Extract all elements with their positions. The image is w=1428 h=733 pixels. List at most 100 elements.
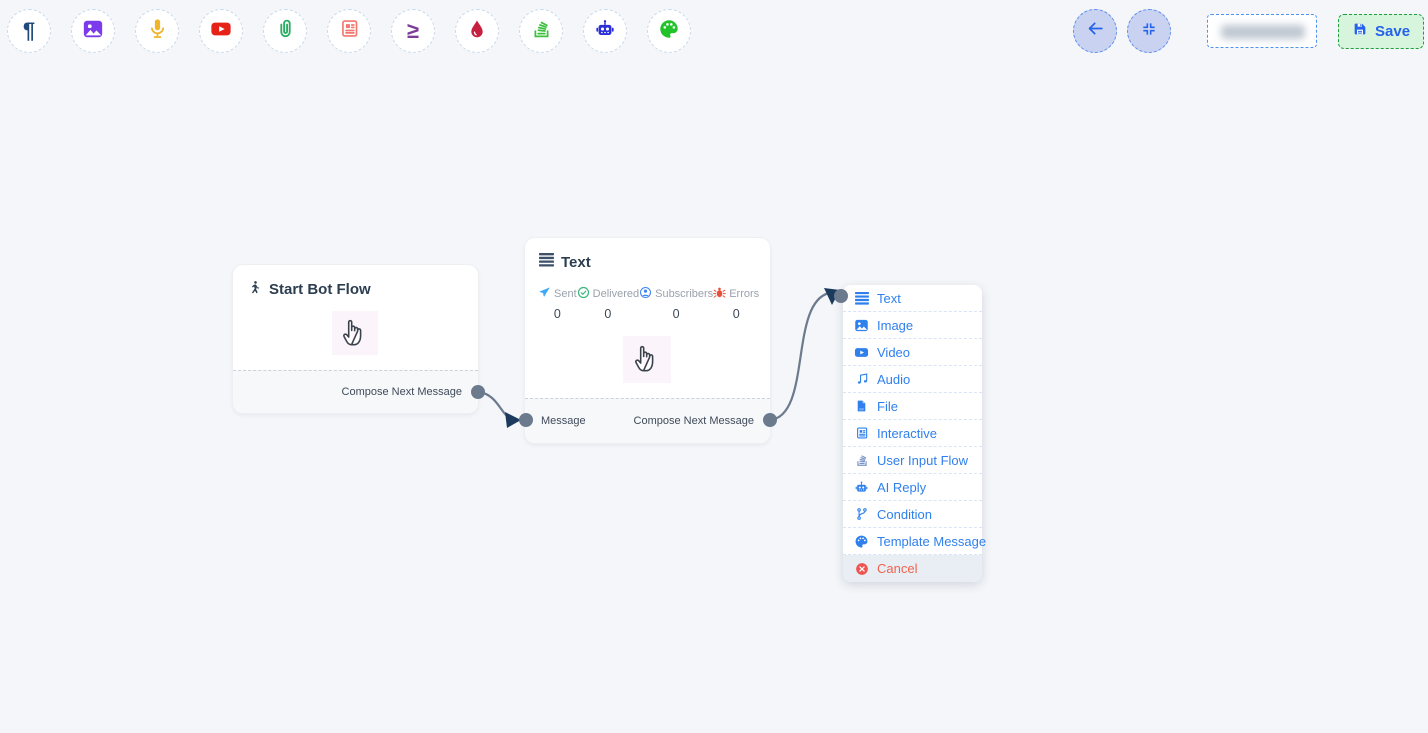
text-node-stats: Sent 0 Delivered 0 Subscribers 0 Errors … <box>525 271 770 321</box>
menu-item-video[interactable]: Video <box>843 339 982 366</box>
stat-sent: Sent 0 <box>538 286 577 321</box>
edge-text-to-menu <box>770 293 829 420</box>
menu-item-ai-reply[interactable]: AI Reply <box>843 474 982 501</box>
toolbar-button-drip[interactable] <box>455 9 499 53</box>
compose-next-message-port-label[interactable]: Compose Next Message <box>634 415 754 427</box>
text-message-node[interactable]: Text Sent 0 Delivered 0 Subscribers 0 <box>525 238 770 443</box>
start-bot-flow-node[interactable]: Start Bot Flow Compose Next Message <box>233 265 478 413</box>
save-button-label: Save <box>1375 23 1410 40</box>
image-icon <box>82 18 104 45</box>
toolbar-button-file[interactable] <box>263 9 307 53</box>
stat-delivered-value: 0 <box>604 307 611 321</box>
add-node-context-menu: Text Image Video Audio File Interactive … <box>843 285 982 582</box>
text-node-drag-area[interactable] <box>623 336 671 383</box>
ai-reply-icon <box>854 480 869 495</box>
cancel-icon <box>854 562 869 576</box>
stat-subscribers: Subscribers 0 <box>639 286 713 321</box>
menu-item-label: Condition <box>877 507 932 522</box>
start-node-footer: Compose Next Message <box>233 370 478 413</box>
edge-arrowhead-icon <box>824 288 840 305</box>
save-button[interactable]: Save <box>1338 14 1424 49</box>
toolbar-button-interactive[interactable] <box>327 9 371 53</box>
compress-icon <box>1141 21 1157 42</box>
stat-sent-value: 0 <box>554 307 561 321</box>
menu-item-label: Audio <box>877 372 910 387</box>
menu-item-label: Image <box>877 318 913 333</box>
start-node-header: Start Bot Flow <box>233 265 478 299</box>
stat-errors: Errors 0 <box>713 286 759 321</box>
robot-icon <box>594 18 616 45</box>
menu-item-label: File <box>877 399 898 414</box>
toolbar-button-condition[interactable]: ≥ <box>391 9 435 53</box>
palette-icon <box>658 18 680 45</box>
paper-plane-icon <box>538 286 551 302</box>
menu-item-text[interactable]: Text <box>843 285 982 312</box>
template-message-icon <box>854 534 869 549</box>
user-input-flow-icon <box>854 453 869 467</box>
file-icon <box>854 399 869 413</box>
toolbar-button-video[interactable] <box>199 9 243 53</box>
menu-item-image[interactable]: Image <box>843 312 982 339</box>
stat-errors-value: 0 <box>733 307 740 321</box>
toolbar-button-ai-reply[interactable] <box>583 9 627 53</box>
interactive-icon <box>854 426 869 440</box>
back-button[interactable] <box>1073 9 1117 53</box>
audio-note-icon <box>854 372 869 386</box>
menu-item-label: User Input Flow <box>877 453 968 468</box>
stat-subscribers-label: Subscribers <box>655 288 713 300</box>
start-node-drag-area[interactable] <box>332 311 378 355</box>
pilcrow-icon: ¶ <box>23 20 35 42</box>
message-input-port-label[interactable]: Message <box>541 415 586 427</box>
toolbar-button-user-input-flow[interactable] <box>519 9 563 53</box>
flow-name-input[interactable] <box>1207 14 1317 48</box>
menu-item-label: Text <box>877 291 901 306</box>
greater-equal-icon: ≥ <box>407 20 419 42</box>
menu-item-audio[interactable]: Audio <box>843 366 982 393</box>
edge-start-to-text <box>478 392 516 420</box>
menu-item-user-input-flow[interactable]: User Input Flow <box>843 447 982 474</box>
youtube-play-icon <box>210 18 232 45</box>
menu-item-label: Video <box>877 345 910 360</box>
image-icon <box>854 318 869 333</box>
paperclip-icon <box>275 18 296 44</box>
hand-pointer-icon <box>341 315 369 352</box>
stat-delivered: Delivered 0 <box>577 286 639 321</box>
stat-sent-label: Sent <box>554 288 577 300</box>
toolbar-button-image[interactable] <box>71 9 115 53</box>
subscriber-icon <box>639 286 652 302</box>
node-type-toolbar: ¶ ≥ <box>7 9 691 53</box>
fit-view-button[interactable] <box>1127 9 1171 53</box>
floppy-disk-icon <box>1352 21 1368 41</box>
menu-item-template-message[interactable]: Template Message <box>843 528 982 555</box>
walking-person-icon <box>247 280 262 299</box>
droplet-icon <box>467 19 487 44</box>
header-actions: Save <box>1073 9 1424 53</box>
toolbar-button-text[interactable]: ¶ <box>7 9 51 53</box>
start-node-title: Start Bot Flow <box>269 281 371 298</box>
toolbar-button-audio[interactable] <box>135 9 179 53</box>
flow-builder-app: { "colors": { "canvas_bg": "#f4f6f9", "a… <box>0 0 1428 733</box>
compose-next-message-port-label[interactable]: Compose Next Message <box>342 386 462 398</box>
stack-icon <box>531 18 552 44</box>
menu-item-condition[interactable]: Condition <box>843 501 982 528</box>
menu-item-interactive[interactable]: Interactive <box>843 420 982 447</box>
text-node-header: Text <box>525 238 770 271</box>
stat-delivered-label: Delivered <box>593 288 639 300</box>
menu-item-label: Cancel <box>877 561 917 576</box>
text-lines-icon <box>539 253 554 271</box>
arrow-left-icon <box>1086 19 1105 43</box>
stat-errors-label: Errors <box>729 288 759 300</box>
bug-icon <box>713 286 726 302</box>
hand-pointer-icon <box>633 341 661 378</box>
menu-item-cancel[interactable]: Cancel <box>843 555 982 582</box>
newspaper-icon <box>339 18 360 44</box>
menu-item-file[interactable]: File <box>843 393 982 420</box>
toolbar-button-template-message[interactable] <box>647 9 691 53</box>
redacted-flow-name <box>1221 25 1305 39</box>
menu-item-label: AI Reply <box>877 480 926 495</box>
text-node-footer: Message Compose Next Message <box>525 398 770 443</box>
condition-icon <box>854 507 869 521</box>
menu-item-label: Template Message <box>877 534 986 549</box>
text-lines-icon <box>854 292 869 305</box>
edge-arrowhead-icon <box>505 412 521 428</box>
